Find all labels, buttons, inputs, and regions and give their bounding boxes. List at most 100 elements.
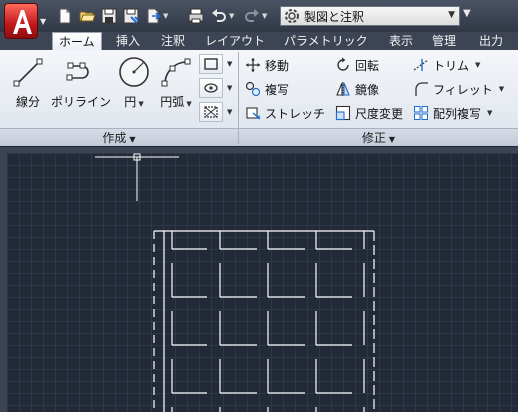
- stretch-tool-button[interactable]: ストレッチ: [245, 103, 325, 123]
- application-menu-button[interactable]: ▼: [3, 2, 47, 42]
- chevron-down-icon: ▼: [129, 135, 136, 144]
- chevron-down-icon: ▼: [388, 135, 396, 144]
- circle-tool-button[interactable]: 円 ▼: [116, 54, 152, 110]
- array-icon: [414, 106, 428, 120]
- scale-tool-label: 尺度変更: [355, 106, 404, 121]
- line-tool-button[interactable]: 線分: [10, 54, 46, 110]
- rotate-tool-button[interactable]: 回転: [335, 55, 379, 75]
- undo-button[interactable]: ▼: [210, 6, 234, 26]
- publish-button[interactable]: ▼: [144, 6, 168, 26]
- draw-small-tools: ▼ ▼ ▼: [199, 53, 237, 125]
- model-space-viewport[interactable]: [7, 153, 518, 412]
- tab-annotate[interactable]: 注釈: [155, 32, 191, 50]
- modify-panel-title[interactable]: 修正 ▼: [239, 128, 518, 146]
- undo-icon: [212, 9, 226, 22]
- tab-view[interactable]: 表示: [383, 32, 419, 50]
- copy-tool-button[interactable]: 複写: [245, 79, 289, 99]
- chevron-down-icon[interactable]: ▼: [184, 100, 191, 108]
- chevron-down-icon[interactable]: ▼: [163, 12, 168, 20]
- modify-panel-label: 修正: [361, 131, 386, 145]
- chevron-down-icon[interactable]: ▼: [487, 109, 492, 117]
- rectangle-tool-button[interactable]: ▼: [199, 53, 237, 75]
- drawing-geometry: [95, 153, 375, 412]
- scale-tool-button[interactable]: 尺度変更: [335, 103, 403, 123]
- gear-icon: [285, 9, 299, 23]
- circle-icon: [119, 57, 149, 87]
- hatch-tool-button[interactable]: ▼: [199, 77, 237, 99]
- save-button[interactable]: [100, 6, 118, 26]
- stretch-icon: [246, 107, 261, 120]
- polyline-tool-button[interactable]: ポリライン: [48, 54, 114, 110]
- open-button[interactable]: [78, 6, 96, 26]
- tab-manage[interactable]: 管理: [426, 32, 462, 50]
- autocad-logo-icon: [4, 3, 38, 39]
- scale-icon: [335, 105, 351, 121]
- line-icon: [13, 58, 43, 87]
- plot-button[interactable]: [187, 6, 205, 26]
- fillet-icon: [415, 82, 428, 96]
- chevron-down-icon[interactable]: ▼: [227, 108, 232, 116]
- tab-home[interactable]: ホーム: [52, 32, 102, 51]
- ribbon-tabs: ホーム 挿入 注釈 レイアウト パラメトリック 表示 管理 出力: [0, 32, 518, 51]
- workspace-dropdown[interactable]: 製図と注釈 ▼: [280, 6, 460, 26]
- title-bar: ▼ ▼ ▼ ▼ 製図と注釈 ▼ ▼: [0, 0, 518, 39]
- arc-tool-button[interactable]: 円弧 ▼: [156, 54, 196, 110]
- new-icon: [59, 8, 71, 24]
- drawing-area-frame: [0, 147, 518, 412]
- copy-tool-label: 複写: [265, 82, 290, 97]
- redo-button[interactable]: ▼: [243, 6, 267, 26]
- boundary-icon: [204, 106, 218, 118]
- arc-tool-text: 円弧: [160, 95, 185, 109]
- tab-layout[interactable]: レイアウト: [199, 32, 271, 50]
- chevron-down-icon[interactable]: ▼: [499, 85, 504, 93]
- open-icon: [79, 11, 96, 22]
- tab-output[interactable]: 出力: [473, 32, 509, 50]
- line-tool-label: 線分: [15, 95, 40, 109]
- chevron-down-icon[interactable]: ▼: [136, 100, 143, 108]
- polyline-tool-label: ポリライン: [50, 95, 111, 109]
- mirror-tool-button[interactable]: 鏡像: [335, 79, 379, 99]
- workspace-label: 製図と注釈: [304, 9, 365, 24]
- stretch-tool-label: ストレッチ: [265, 106, 326, 121]
- rotate-tool-label: 回転: [355, 58, 380, 73]
- circle-tool-text: 円: [124, 95, 137, 109]
- publish-icon: [147, 8, 161, 24]
- mirror-icon: [336, 82, 350, 96]
- crosshair-cursor: [95, 153, 179, 201]
- draw-panel-title[interactable]: 作成 ▼: [0, 128, 238, 146]
- drawn-lines: [153, 230, 375, 412]
- save-icon: [101, 8, 117, 24]
- tab-parametric[interactable]: パラメトリック: [278, 32, 374, 50]
- trim-tool-button[interactable]: トリム ▼: [413, 55, 480, 75]
- redo-icon: [245, 9, 259, 22]
- trim-tool-label: トリム: [433, 58, 470, 73]
- hatch-icon: [204, 83, 218, 93]
- array-tool-label: 配列複写: [433, 106, 482, 121]
- circle-tool-label: 円 ▼: [116, 93, 152, 110]
- move-tool-label: 移動: [265, 58, 290, 73]
- tab-insert[interactable]: 挿入: [110, 32, 146, 50]
- ribbon: 線分 ポリライン 円 ▼ 円弧 ▼ ▼ ▼ ▼ 作成 ▼ 移動 回転 トリム ▼…: [0, 50, 518, 146]
- chevron-down-icon: ▼: [40, 17, 47, 26]
- chevron-down-icon[interactable]: ▼: [262, 12, 267, 20]
- array-tool-button[interactable]: 配列複写 ▼: [413, 103, 492, 123]
- arc-icon: [161, 58, 191, 87]
- trim-icon: [413, 59, 429, 71]
- save-as-icon: [123, 8, 139, 24]
- move-tool-button[interactable]: 移動: [245, 55, 289, 75]
- chevron-down-icon[interactable]: ▼: [475, 61, 480, 69]
- rectangle-icon: [204, 58, 218, 70]
- chevron-down-icon[interactable]: ▼: [227, 84, 232, 92]
- plot-icon: [188, 8, 204, 24]
- arc-tool-label: 円弧 ▼: [156, 93, 196, 110]
- rotate-icon: [337, 57, 349, 71]
- mirror-tool-label: 鏡像: [355, 82, 380, 97]
- new-button[interactable]: [56, 6, 74, 26]
- boundary-tool-button[interactable]: ▼: [199, 101, 237, 123]
- customize-toolbar-icon[interactable]: ▼: [463, 8, 471, 19]
- chevron-down-icon[interactable]: ▼: [229, 12, 234, 20]
- fillet-tool-button[interactable]: フィレット ▼: [413, 79, 504, 99]
- save-as-button[interactable]: [122, 6, 140, 26]
- chevron-down-icon[interactable]: ▼: [227, 60, 232, 68]
- draw-panel-label: 作成: [102, 131, 127, 145]
